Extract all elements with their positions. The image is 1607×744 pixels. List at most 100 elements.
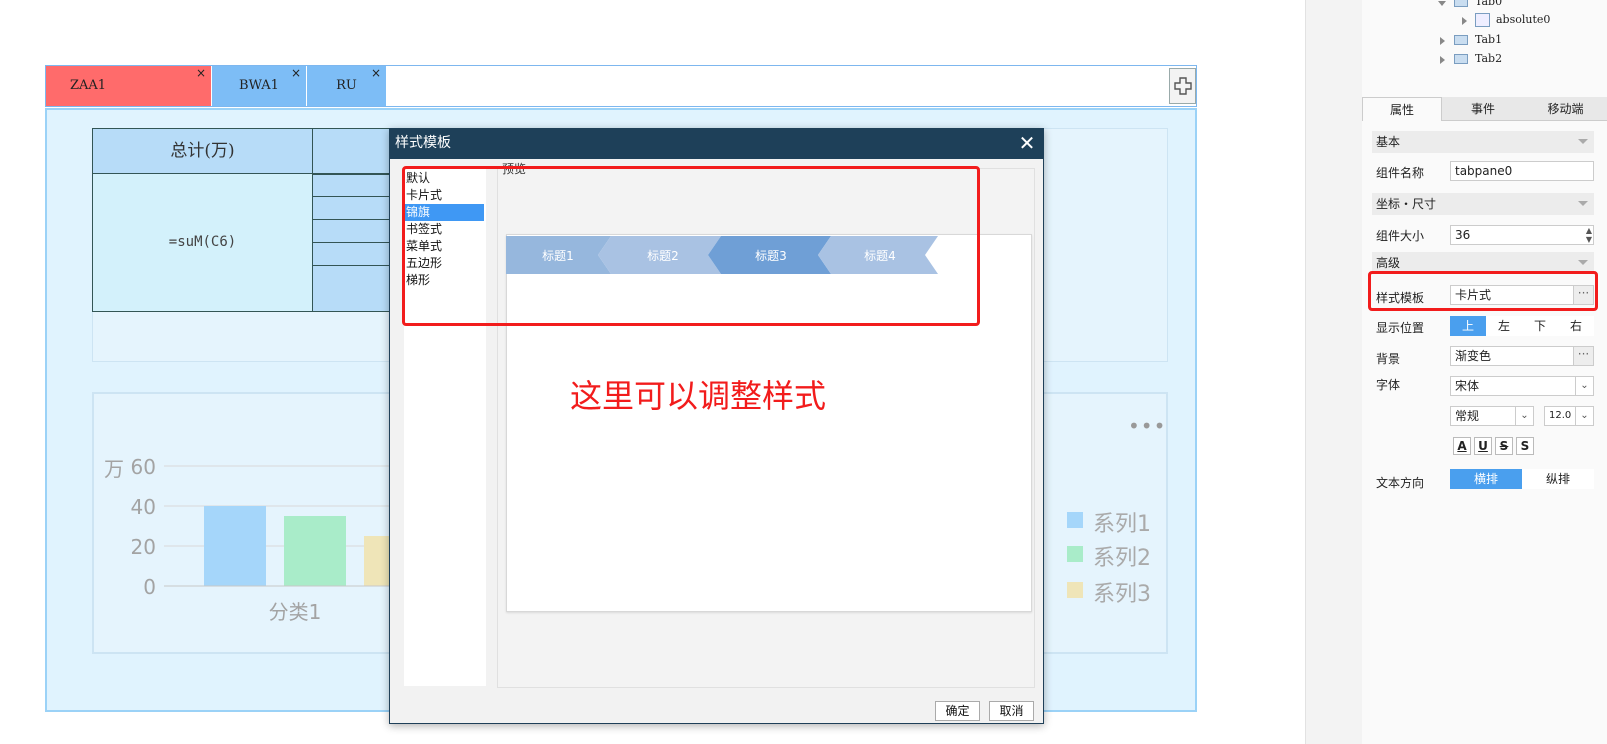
y-tick-label: 60 [131,455,156,479]
name-label: 组件名称 [1376,166,1425,180]
font-style-value: 常规 [1455,409,1480,423]
layout-node-icon [1475,13,1490,27]
size-label: 组件大小 [1376,229,1425,243]
section-coords[interactable]: 坐标・尺寸 [1372,193,1594,215]
background-input[interactable]: 渐变色 ··· [1450,346,1594,366]
underline-button[interactable]: U [1474,437,1492,455]
plus-icon [1173,77,1192,95]
chevron-down-icon: ⌄ [1515,407,1533,425]
panel-gutter [1305,0,1362,744]
y-axis-label: 万 [104,457,124,481]
close-icon[interactable]: ✕ [1013,129,1041,158]
chevron-down-icon: ⌄ [1575,377,1593,395]
annotation-text: 这里可以调整样式 [570,377,827,415]
cancel-button[interactable]: 取消 [989,701,1034,721]
chevron-down-icon [1578,139,1588,144]
tab-label: ZAA1 [70,78,107,93]
legend-label: 系列2 [1093,546,1151,571]
font-select[interactable]: 宋体 ⌄ [1450,376,1594,396]
close-icon[interactable]: × [196,53,206,93]
font-color-button[interactable]: A [1453,437,1471,455]
shadow-button[interactable]: S [1516,437,1534,455]
tab-bwa1[interactable]: BWA1 × [212,66,306,106]
y-tick-label: 20 [131,535,156,559]
direction-horizontal-button[interactable]: 横排 [1450,469,1522,489]
chevron-down-icon [1578,260,1588,265]
legend-swatch [1067,546,1083,562]
table-formula-cell[interactable]: =suM(C6) [92,174,313,312]
size-stepper[interactable]: 36 ▲ ▼ [1450,225,1594,245]
background-label: 背景 [1376,352,1401,366]
highlight-box [402,166,980,326]
font-style-select[interactable]: 常规 ⌄ [1450,406,1534,426]
direction-segment: 横排 纵排 [1450,469,1594,489]
table-header[interactable]: 总计(万) [92,128,313,174]
tab-ru[interactable]: RU × [307,66,386,106]
stepper-arrows-icon[interactable]: ▲ ▼ [1586,226,1592,244]
ellipsis-button[interactable]: ··· [1573,347,1593,365]
chevron-down-icon [1578,201,1588,206]
strikethrough-button[interactable]: S [1495,437,1513,455]
direction-label: 文本方向 [1376,476,1425,490]
name-input[interactable]: tabpane0 [1450,161,1594,181]
tab-mobile[interactable]: 移动端 [1524,97,1607,121]
ok-button[interactable]: 确定 [935,701,980,721]
legend-swatch [1067,512,1083,528]
tab-label: BWA1 [239,78,279,93]
section-title: 坐标・尺寸 [1376,197,1437,211]
x-tick-label: 分类1 [269,600,322,624]
position-left-button[interactable]: 左 [1486,316,1522,336]
close-icon[interactable]: × [291,53,301,93]
y-tick-label: 0 [143,575,156,599]
tab-node-icon [1454,54,1468,64]
designer-window: ZAA1 × BWA1 × RU × 总计(万) =suM(C6) 0 20 40 6… [0,0,1607,744]
position-segment: 上 左 下 右 [1450,316,1594,336]
tab-events[interactable]: 事件 [1444,97,1522,121]
chevron-down-icon: ⌄ [1575,407,1593,425]
section-title: 高级 [1376,256,1401,270]
close-icon[interactable]: × [371,53,381,93]
font-size-value: 12.0 [1549,410,1572,421]
bar [204,506,266,586]
legend-label: 系列1 [1093,512,1151,537]
panel-tabs: 属性 事件 移动端 [1362,97,1607,121]
table-row[interactable] [313,266,393,312]
tree-label: absolute0 [1496,13,1551,26]
more-icon[interactable]: ••• [1128,414,1166,438]
tab-bar: ZAA1 × BWA1 × RU × [45,65,1197,107]
position-bottom-button[interactable]: 下 [1522,316,1558,336]
table-row[interactable] [313,243,393,266]
legend-label: 系列3 [1093,582,1151,607]
tree-label: Tab0 [1475,0,1503,8]
table-row[interactable] [313,220,393,243]
position-label: 显示位置 [1376,321,1425,335]
tab-label: RU [336,78,357,93]
tab-zaa1[interactable]: ZAA1 × [46,66,211,106]
font-size-select[interactable]: 12.0 ⌄ [1544,406,1594,426]
direction-vertical-button[interactable]: 纵排 [1522,469,1594,489]
y-tick-label: 40 [131,495,156,519]
position-top-button[interactable]: 上 [1450,316,1486,336]
section-title: 基本 [1376,135,1401,149]
background-value: 渐变色 [1455,349,1492,363]
expand-arrow-icon[interactable] [1462,17,1467,25]
table-row[interactable] [313,174,393,197]
add-tab-button[interactable] [1169,68,1196,104]
size-value: 36 [1455,228,1471,242]
position-right-button[interactable]: 右 [1558,316,1594,336]
expand-arrow-icon[interactable] [1440,37,1445,45]
section-basic[interactable]: 基本 [1372,131,1594,153]
highlight-box [1368,271,1598,311]
bar [284,516,346,586]
tab-node-icon [1454,35,1468,45]
table-header-cell[interactable] [313,128,393,174]
font-label: 字体 [1376,378,1401,392]
tab-node-icon [1454,0,1468,7]
legend-swatch [1067,582,1083,598]
expand-arrow-icon[interactable] [1438,1,1446,6]
table-row[interactable] [313,197,393,220]
tree-label: Tab2 [1475,52,1503,65]
tree-label: Tab1 [1475,33,1503,46]
expand-arrow-icon[interactable] [1440,56,1445,64]
tab-properties[interactable]: 属性 [1362,97,1442,121]
